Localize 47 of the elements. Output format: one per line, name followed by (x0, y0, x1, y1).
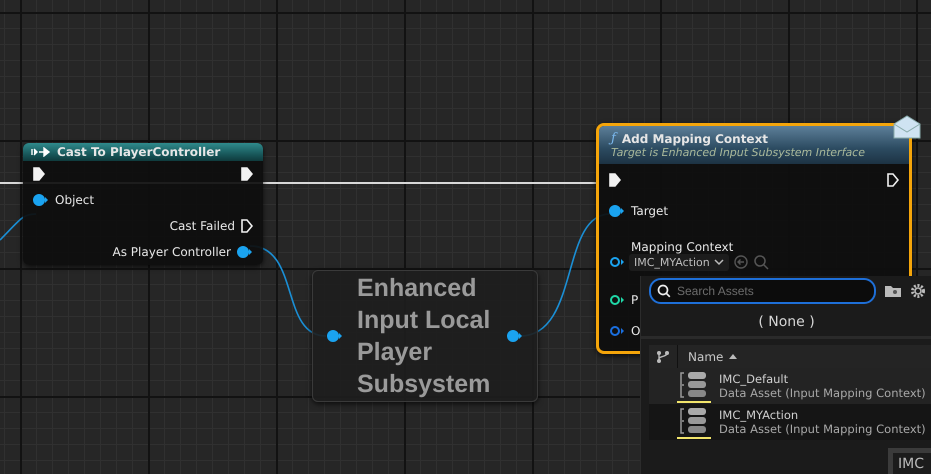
exec-pin-icon[interactable] (241, 167, 253, 182)
envelope-icon (893, 115, 921, 139)
exec-pin-icon[interactable] (33, 167, 45, 182)
pin-icon[interactable] (609, 294, 625, 306)
pin-icon[interactable] (33, 194, 49, 206)
exec-pin-icon[interactable] (609, 172, 621, 186)
pin-label: P (631, 292, 638, 306)
search-field[interactable]: Search Assets (649, 278, 876, 304)
search-icon (657, 284, 671, 298)
pin-icon[interactable] (609, 256, 625, 268)
pin-icon[interactable] (609, 204, 625, 216)
asset-row[interactable]: IMC_Default Data Asset (Input Mapping Context) (649, 368, 931, 404)
pin-icon[interactable] (507, 330, 523, 342)
cast-icon (31, 147, 51, 158)
settings-icon[interactable] (910, 283, 926, 299)
chevron-icon (714, 258, 724, 266)
asset-name: IMC_MYAction (719, 408, 800, 422)
asset-type: Data Asset (Input Mapping Context) (719, 422, 926, 436)
node-title: Enhanced Input Local Player Subsystem (357, 273, 492, 400)
search-input[interactable]: Search Assets (677, 284, 857, 298)
pin-label: Target (631, 204, 668, 218)
pin-label: Cast Failed (170, 219, 235, 234)
asset-row[interactable]: IMC_MYAction Data Asset (Input Mapping Context) (649, 404, 931, 440)
pin-icon[interactable] (327, 330, 343, 342)
pin-label: As Player Controller (112, 245, 231, 260)
node-subtitle: Target is Enhanced Input Subsystem Interface (611, 146, 866, 159)
tooltip-text: IMC (893, 453, 931, 474)
cast-node[interactable]: Cast To PlayerController Object Cast Failed As Player Controller (23, 143, 263, 265)
subsystem-node[interactable]: Enhanced Input Local Player Subsystem (312, 270, 538, 402)
exec-pin-icon[interactable] (887, 172, 899, 186)
pin-icon[interactable] (237, 246, 253, 258)
asset-thumbnail-icon (677, 405, 711, 439)
asset-dropdown[interactable]: IMC_MYAction (629, 254, 729, 270)
asset-name: IMC_Default (719, 372, 790, 386)
search-icon[interactable] (752, 254, 769, 270)
pin-label: O (631, 324, 640, 338)
pin-label: Mapping Context (631, 240, 734, 254)
asset-thumbnail-icon (677, 369, 711, 403)
asset-type: Data Asset (Input Mapping Context) (719, 386, 926, 400)
none-option[interactable]: ( None ) (641, 304, 931, 339)
exec-pin-icon[interactable] (241, 219, 253, 234)
function-icon: ƒ (611, 131, 616, 146)
pin-label: Object (55, 193, 94, 208)
node-title: Add Mapping Context (622, 132, 768, 146)
node-title: Cast To PlayerController (57, 145, 220, 160)
folder-icon[interactable] (884, 284, 902, 298)
branch-icon[interactable] (656, 350, 670, 364)
